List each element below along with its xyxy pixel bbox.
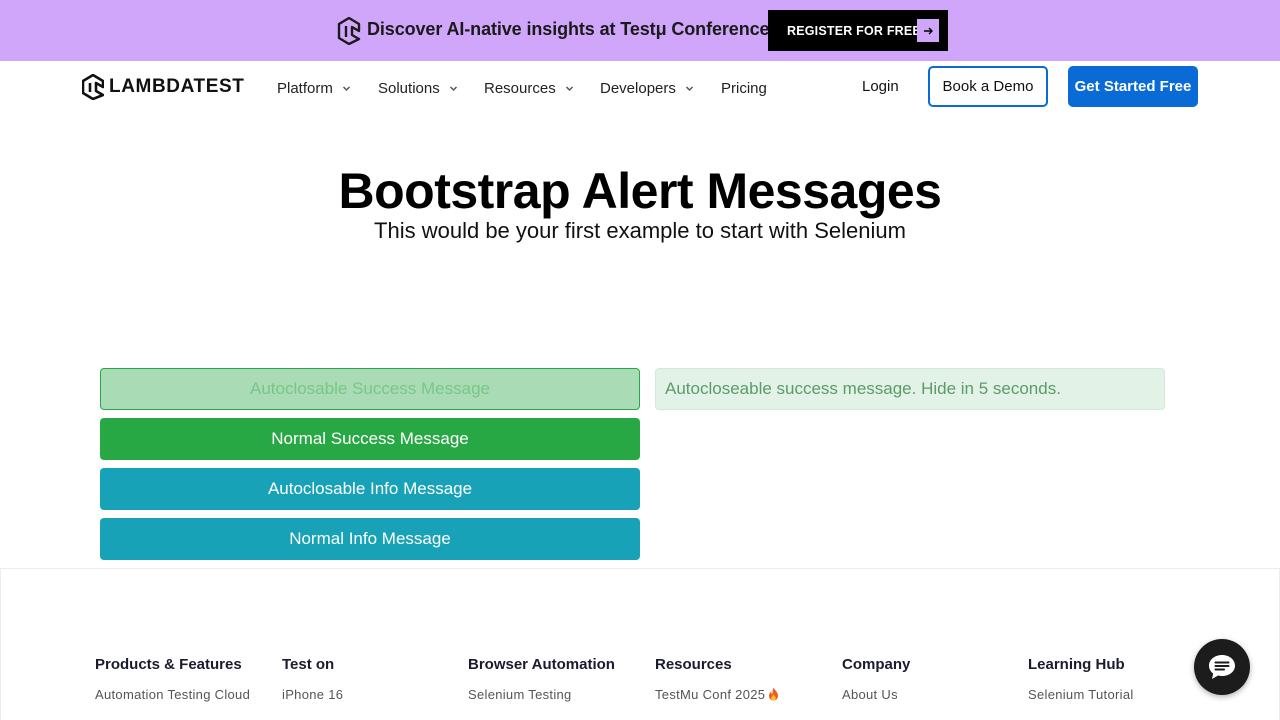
promo-banner: Discover AI-native insights at Testμ Con…: [0, 0, 1280, 61]
footer-column-test-on: Test on iPhone 16: [282, 656, 343, 702]
page-subtitle: This would be your first example to star…: [374, 218, 906, 243]
nav-label: Pricing: [721, 79, 767, 97]
autoclosable-success-button[interactable]: Autoclosable Success Message: [100, 368, 640, 410]
footer-column-products: Products & Features Automation Testing C…: [95, 656, 250, 702]
nav-label: Resources: [484, 79, 556, 97]
footer-link[interactable]: iPhone 16: [282, 687, 343, 702]
normal-success-button[interactable]: Normal Success Message: [100, 418, 640, 460]
nav-label: Platform: [277, 79, 333, 97]
login-link[interactable]: Login: [862, 78, 899, 95]
footer-column-learning-hub: Learning Hub Selenium Tutorial: [1028, 656, 1134, 702]
register-button-label: REGISTER FOR FREE: [787, 23, 921, 38]
chevron-down-icon: [342, 85, 350, 91]
nav-solutions[interactable]: Solutions: [378, 78, 458, 98]
page-title: Bootstrap Alert Messages: [338, 163, 943, 219]
footer-link-label: TestMu Conf 2025: [655, 687, 766, 702]
chevron-down-icon: [565, 85, 573, 91]
footer-heading: Browser Automation: [468, 656, 615, 673]
register-button[interactable]: REGISTER FOR FREE: [768, 10, 948, 51]
footer-link[interactable]: About Us: [842, 687, 910, 702]
nav-label: Solutions: [378, 79, 440, 97]
get-started-button[interactable]: Get Started Free: [1068, 66, 1198, 107]
nav-developers[interactable]: Developers: [600, 78, 694, 98]
footer-heading: Learning Hub: [1028, 656, 1125, 673]
footer-heading: Products & Features: [95, 656, 242, 673]
brand-logo[interactable]: LAMBDATEST: [82, 74, 244, 100]
chevron-down-icon: [449, 85, 457, 91]
autoclosable-info-button[interactable]: Autoclosable Info Message: [100, 468, 640, 510]
footer-link[interactable]: Selenium Tutorial: [1028, 687, 1134, 702]
chevron-down-icon: [685, 85, 693, 91]
normal-info-button[interactable]: Normal Info Message: [100, 518, 640, 560]
brand-name: LAMBDATEST: [109, 76, 245, 97]
book-demo-button[interactable]: Book a Demo: [928, 66, 1048, 107]
footer-heading: Company: [842, 656, 911, 673]
nav-label: Developers: [600, 79, 676, 97]
chat-button[interactable]: [1194, 639, 1250, 695]
nav-pricing[interactable]: Pricing: [721, 78, 767, 98]
lambdatest-logo-icon: [82, 74, 104, 100]
footer-heading: Resources: [655, 656, 732, 673]
arrow-right-icon: [917, 19, 939, 42]
fire-icon: [769, 687, 779, 701]
footer-heading: Test on: [282, 656, 335, 673]
success-alert-message: Autocloseable success message. Hide in 5…: [655, 368, 1165, 410]
footer-link[interactable]: Selenium Testing: [468, 687, 615, 702]
footer-column-browser-automation: Browser Automation Selenium Testing: [468, 656, 615, 702]
promo-text: Discover AI-native insights at Testμ Con…: [367, 19, 795, 39]
testmu-logo-icon: [337, 17, 361, 45]
nav-resources[interactable]: Resources: [484, 78, 574, 98]
nav-platform[interactable]: Platform: [277, 78, 351, 98]
chat-bubble-icon: [1209, 655, 1235, 679]
footer-column-resources: Resources TestMu Conf 2025: [655, 656, 779, 702]
footer-link[interactable]: Automation Testing Cloud: [95, 687, 250, 702]
footer-column-company: Company About Us: [842, 656, 910, 702]
footer-link-testmu[interactable]: TestMu Conf 2025: [655, 687, 779, 702]
